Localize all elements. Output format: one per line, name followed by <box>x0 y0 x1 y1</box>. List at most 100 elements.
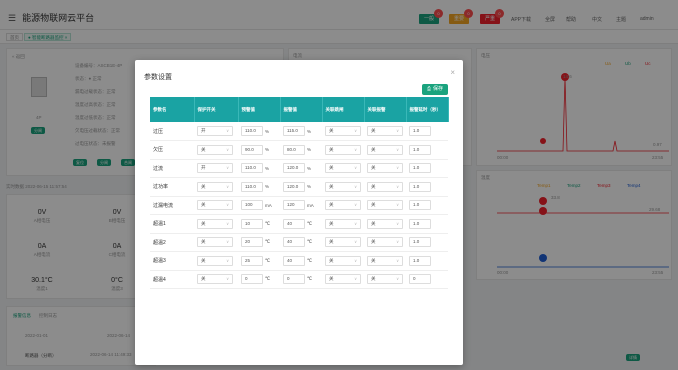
chevron-down-icon: ∨ <box>354 220 357 226</box>
linked-trip-select[interactable]: 关 ∨ <box>325 163 361 174</box>
unit-label: % <box>265 128 270 134</box>
linked-alarm-select[interactable]: 关 ∨ <box>367 200 403 211</box>
table-row: 过漏电流关 ∨ 100 mA 120 mA 关 ∨ 关 ∨ 1.0 <box>150 196 448 215</box>
alarm-value-input[interactable]: 0 <box>283 274 305 285</box>
delay-cell: 1.0 <box>406 122 448 141</box>
select-value: 关 <box>371 276 376 282</box>
delay-cell: 1.0 <box>406 196 448 215</box>
unit-label: ℃ <box>265 257 271 263</box>
warning-value-input[interactable]: 10 <box>241 218 263 229</box>
select-value: 关 <box>329 146 334 152</box>
delay-cell: 1.0 <box>406 140 448 160</box>
warning-value-input[interactable]: 110.0 <box>241 126 263 136</box>
alarm-delay-input[interactable]: 0 <box>409 274 431 285</box>
protection-switch-select[interactable]: 关 ∨ <box>197 274 233 285</box>
linked-trip-select[interactable]: 关 ∨ <box>325 200 361 211</box>
linked-alarm-select[interactable]: 关 ∨ <box>367 181 403 192</box>
linked-trip-select[interactable]: 关 ∨ <box>325 144 361 155</box>
protection-switch-select[interactable]: 关 ∨ <box>197 218 233 229</box>
linked-alarm-select[interactable]: 关 ∨ <box>367 126 403 136</box>
alarm-delay-input[interactable]: 1.0 <box>409 200 431 211</box>
param-name: 超温2 <box>150 233 194 252</box>
close-icon[interactable]: × <box>450 68 455 77</box>
alarm-value-input[interactable]: 120 <box>283 200 305 211</box>
warning-value-input[interactable]: 110.0 <box>241 163 263 174</box>
trip-cell: 关 ∨ <box>322 233 364 252</box>
linked-trip-select[interactable]: 关 ∨ <box>325 237 361 248</box>
chevron-down-icon: ∨ <box>354 165 357 171</box>
protection-switch-select[interactable]: 关 ∨ <box>197 144 233 155</box>
alarm-delay-input[interactable]: 1.0 <box>409 144 431 155</box>
alarm-value-input[interactable]: 40 <box>283 255 305 266</box>
linked-alarm-select[interactable]: 关 ∨ <box>367 274 403 285</box>
chevron-down-icon: ∨ <box>354 183 357 189</box>
select-value: 关 <box>329 220 334 226</box>
alarm-value-input[interactable]: 80.0 <box>283 144 305 155</box>
alarm-delay-input[interactable]: 1.0 <box>409 255 431 266</box>
warning-value-input[interactable]: 90.0 <box>241 144 263 155</box>
linked-alarm-select[interactable]: 关 ∨ <box>367 144 403 155</box>
select-value: 关 <box>371 183 376 189</box>
warning-value-input[interactable]: 100 <box>241 200 263 211</box>
alarm-delay-input[interactable]: 1.0 <box>409 163 431 174</box>
chevron-down-icon: ∨ <box>354 202 357 208</box>
param-name: 过功率 <box>150 177 194 197</box>
select-value: 关 <box>201 183 206 189</box>
linked-alarm-select[interactable]: 关 ∨ <box>367 255 403 266</box>
warning-value-input[interactable]: 20 <box>241 237 263 248</box>
alarm-delay-input[interactable]: 1.0 <box>409 181 431 192</box>
warning-value-input[interactable]: 0 <box>241 274 263 285</box>
alarm-value-input[interactable]: 40 <box>283 218 305 229</box>
select-value: 关 <box>371 220 376 226</box>
delay-cell: 1.0 <box>406 214 448 234</box>
protection-switch-select[interactable]: 开 ∨ <box>197 126 233 136</box>
protection-switch-select[interactable]: 关 ∨ <box>197 181 233 192</box>
chevron-down-icon: ∨ <box>226 146 229 152</box>
linked-alarm-select[interactable]: 关 ∨ <box>367 218 403 229</box>
linked-trip-select[interactable]: 关 ∨ <box>325 218 361 229</box>
column-header: 参数名 <box>150 97 195 122</box>
alarm-delay-input[interactable]: 1.0 <box>409 218 431 229</box>
alarm-value-input[interactable]: 115.0 <box>283 126 305 136</box>
switch-cell: 关 ∨ <box>194 251 238 271</box>
chevron-down-icon: ∨ <box>396 220 399 226</box>
linked-trip-select[interactable]: 关 ∨ <box>325 274 361 285</box>
switch-cell: 关 ∨ <box>194 233 238 252</box>
alarm-value-input[interactable]: 120.0 <box>283 163 305 174</box>
linked-trip-select[interactable]: 关 ∨ <box>325 181 361 192</box>
linked-alarm-select[interactable]: 关 ∨ <box>367 163 403 174</box>
trip-cell: 关 ∨ <box>322 122 364 141</box>
unit-label: % <box>265 165 270 171</box>
table-row: 超温4 关 ∨ 0 ℃ 0 ℃ 关 ∨ 关 ∨ 0 <box>150 270 448 289</box>
protection-switch-select[interactable]: 关 ∨ <box>197 237 233 248</box>
protection-switch-select[interactable]: 开 ∨ <box>197 163 233 174</box>
warning-value-input[interactable]: 25 <box>241 255 263 266</box>
warning-value-input[interactable]: 110.0 <box>241 181 263 192</box>
linked-trip-select[interactable]: 关 ∨ <box>325 255 361 266</box>
table-row: 超温1 关 ∨ 10 ℃ 40 ℃ 关 ∨ 关 ∨ 1.0 <box>150 214 448 234</box>
param-name: 过流 <box>150 159 194 178</box>
linked-alarm-select[interactable]: 关 ∨ <box>367 237 403 248</box>
alarm-delay-input[interactable]: 1.0 <box>409 237 431 248</box>
protection-switch-select[interactable]: 关 ∨ <box>197 255 233 266</box>
save-button[interactable]: ⎙ 保存 <box>421 84 448 95</box>
select-value: 关 <box>329 239 334 245</box>
select-value: 关 <box>201 239 206 245</box>
alarm-cell: 120.0% <box>280 159 322 178</box>
alarm-value-input[interactable]: 120.0 <box>283 181 305 192</box>
param-name: 欠压 <box>150 140 194 160</box>
table-row: 过压开 ∨ 110.0% 115.0% 关 ∨ 关 ∨ 1.0 <box>150 122 448 141</box>
unit-label: % <box>307 184 312 190</box>
chevron-down-icon: ∨ <box>226 202 229 208</box>
linked-trip-select[interactable]: 关 ∨ <box>325 126 361 136</box>
unit-label: % <box>307 165 312 171</box>
alarm-value-input[interactable]: 40 <box>283 237 305 248</box>
alarm-link-cell: 关 ∨ <box>364 233 406 252</box>
unit-label: % <box>265 184 270 190</box>
alarm-cell: 40 ℃ <box>280 251 322 271</box>
alarm-delay-input[interactable]: 1.0 <box>409 126 431 136</box>
select-value: 关 <box>371 128 376 133</box>
protection-switch-select[interactable]: 关 ∨ <box>197 200 233 211</box>
select-value: 关 <box>201 220 206 226</box>
unit-label: ℃ <box>307 276 313 282</box>
